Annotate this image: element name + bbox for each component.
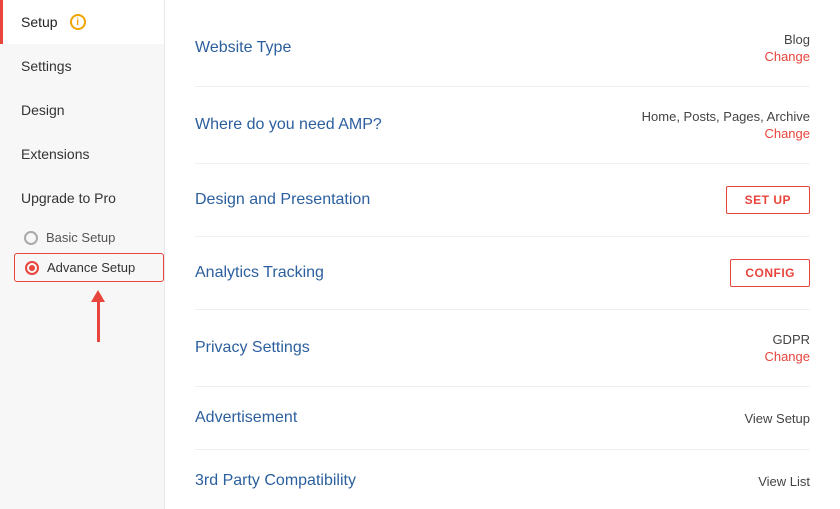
row-label-analytics: Analytics Tracking [195,264,324,282]
sidebar-item-settings[interactable]: Settings [0,44,164,88]
row-advertisement: Advertisement View Setup [195,387,810,450]
row-link-view-setup[interactable]: View Setup [744,411,810,426]
main-content: Website Type Blog Change Where do you ne… [165,0,840,509]
sidebar-item-upgrade[interactable]: Upgrade to Pro [0,176,164,220]
row-link-change-0[interactable]: Change [764,49,810,64]
row-right-3rd-party: View List [758,474,810,489]
sub-item-label: Advance Setup [47,260,135,275]
sidebar-item-extensions[interactable]: Extensions [0,132,164,176]
row-amp-pages: Where do you need AMP? Home, Posts, Page… [195,87,810,164]
radio-basic [24,231,38,245]
row-privacy: Privacy Settings GDPR Change [195,310,810,387]
row-link-view-list[interactable]: View List [758,474,810,489]
row-website-type: Website Type Blog Change [195,10,810,87]
row-label-advertisement: Advertisement [195,409,297,427]
row-value-gdpr: GDPR [772,332,810,347]
info-icon: i [70,14,86,30]
row-link-change-privacy[interactable]: Change [764,349,810,364]
row-value-amp: Home, Posts, Pages, Archive [642,109,810,124]
row-label-3rd-party: 3rd Party Compatibility [195,472,356,490]
row-label-privacy: Privacy Settings [195,339,310,357]
row-value-blog: Blog [784,32,810,47]
row-right-website-type: Blog Change [764,32,810,64]
row-design-presentation: Design and Presentation SET UP [195,164,810,237]
row-right-advertisement: View Setup [744,411,810,426]
sidebar-item-label: Setup [21,14,58,30]
sidebar-item-label: Settings [21,58,72,74]
radio-advance [25,261,39,275]
sidebar-item-label: Design [21,102,65,118]
sidebar-item-label: Extensions [21,146,89,162]
row-label-website-type: Website Type [195,39,291,57]
sub-items: Basic Setup Advance Setup [0,224,164,282]
sub-item-label: Basic Setup [46,230,115,245]
row-right-privacy: GDPR Change [764,332,810,364]
row-label-amp: Where do you need AMP? [195,116,382,134]
setup-button[interactable]: SET UP [726,186,810,214]
row-label-design: Design and Presentation [195,191,370,209]
sidebar: Setup i Settings Design Extensions Upgra… [0,0,165,509]
arrow-up [91,290,105,342]
row-right-analytics: CONFIG [730,259,810,287]
sidebar-item-setup[interactable]: Setup i [0,0,164,44]
config-button[interactable]: CONFIG [730,259,810,287]
arrow-annotation [0,282,164,342]
row-3rd-party: 3rd Party Compatibility View List [195,450,810,509]
arrow-head [91,290,105,302]
row-link-change-1[interactable]: Change [764,126,810,141]
row-right-amp: Home, Posts, Pages, Archive Change [642,109,810,141]
row-right-design: SET UP [726,186,810,214]
sub-item-basic-setup[interactable]: Basic Setup [14,224,164,251]
row-analytics: Analytics Tracking CONFIG [195,237,810,310]
arrow-shaft [97,302,100,342]
sub-item-advance-setup[interactable]: Advance Setup [14,253,164,282]
sidebar-item-label: Upgrade to Pro [21,190,116,206]
sidebar-item-design[interactable]: Design [0,88,164,132]
